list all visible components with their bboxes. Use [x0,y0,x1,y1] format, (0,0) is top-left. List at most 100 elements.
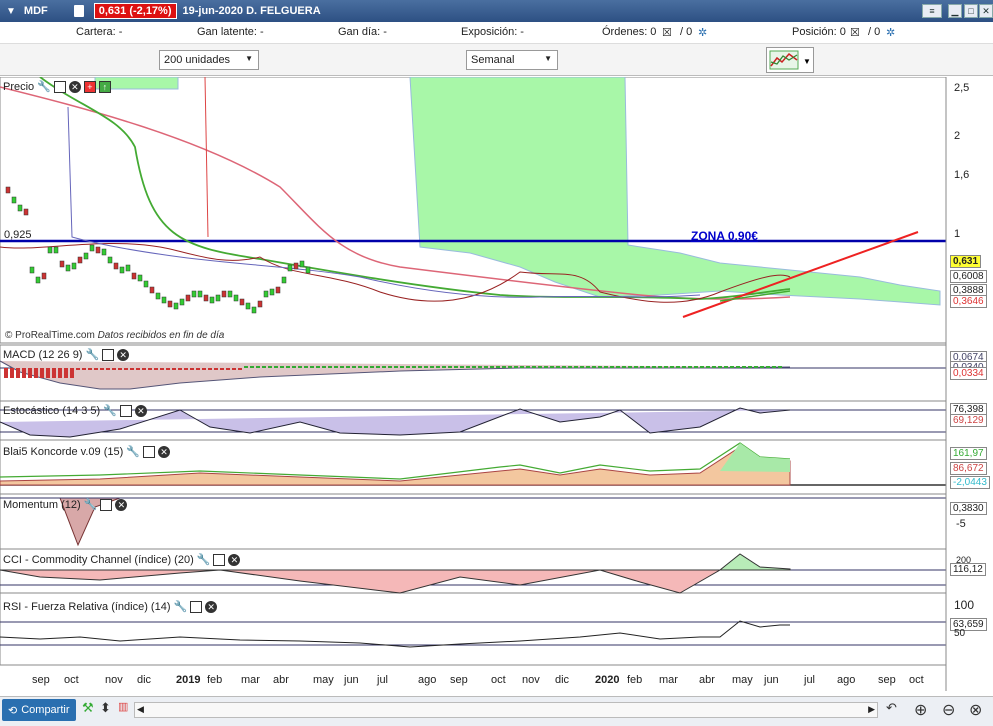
candle [191,290,197,298]
undo-icon[interactable]: ↶ [886,700,897,716]
macd-bar [394,366,398,368]
macd-bar [220,368,224,370]
wrench-icon[interactable]: 🔧 [103,404,117,417]
timeline-scrollbar[interactable]: ◀ ▶ [134,702,878,718]
chevron-down-icon[interactable]: ▼ [6,6,16,17]
chart-icon[interactable]: ▥ [118,700,128,713]
candle [203,294,209,302]
candle [101,248,107,256]
momentum-axis-tick: -5 [956,518,966,530]
maximize-icon[interactable]: □ [964,4,978,18]
macd-bar [352,366,356,368]
macd-bar [520,366,524,368]
share-label: Compartir [21,704,70,716]
candle [209,296,215,304]
candle [23,208,29,216]
candle [173,302,179,310]
data-note: Datos recibidos en fin de día [97,330,225,341]
chart-canvas[interactable] [0,77,993,691]
wrench-icon[interactable]: 🔧 [197,553,211,566]
window-icon[interactable] [53,80,66,93]
cci-tag: 116,12 [950,563,986,576]
macd-bar [694,366,698,368]
price-tag: 0,6008 [950,270,987,283]
gear-icon[interactable]: ✲ [886,26,895,39]
document-icon[interactable] [73,5,84,17]
rsi-panel-header: RSI - Fuerza Relativa (índice) (14) 🔧 ✕ [3,600,218,613]
zoom-out-icon[interactable]: ⊖ [942,700,955,720]
koncorde-tag: 86,672 [950,462,987,475]
window-icon[interactable] [119,404,132,417]
macd-bar [226,368,230,370]
expand-icon[interactable]: ⬍ [100,700,111,716]
macd-bar [490,366,494,368]
close-icon[interactable]: ✕ [115,498,128,511]
posicion-label-2: / 0 [868,26,881,38]
window-icon[interactable] [100,498,113,511]
macd-bar [724,366,728,368]
macd-bar [598,366,602,368]
close-icon[interactable]: ✕ [117,348,130,361]
close-icon[interactable]: ✕ [979,4,993,18]
chart-type-button[interactable]: ▼ [766,47,814,73]
candle [107,256,113,264]
macd-bar [472,366,476,368]
zoom-in-icon[interactable]: ⊕ [914,700,927,720]
wrench-icon[interactable]: 🔧 [174,600,188,613]
macd-bar [484,366,488,368]
chart-area[interactable]: Precio 🔧 ✕ + ↑ MACD (12 26 9) 🔧 ✕ Estocá… [0,77,993,691]
close-icon[interactable]: ✕ [228,553,241,566]
window-icon[interactable] [213,553,226,566]
candle [29,266,35,274]
tools-icon[interactable]: ⚒ [82,700,94,716]
close-icon[interactable]: ✕ [68,80,81,93]
units-select[interactable]: 200 unidades ▼ [159,50,259,70]
x-axis-label: jun [764,674,779,686]
gear-icon[interactable]: ✲ [698,26,707,39]
window-icon[interactable] [190,600,203,613]
close-icon[interactable]: ✕ [134,404,147,417]
macd-bar [52,368,56,378]
share-button[interactable]: ⟲ Compartir [2,699,76,721]
macd-bar [622,366,626,368]
x-axis-label: oct [64,674,79,686]
orders-box-icon[interactable]: ☒ [662,26,672,39]
zoom-fit-icon[interactable]: ⊗ [969,700,982,720]
add-icon[interactable]: + [83,80,96,93]
macd-bar [754,366,758,368]
candle [299,260,305,268]
window-icon[interactable] [142,445,155,458]
macd-bar [544,366,548,368]
candle [89,244,95,252]
macd-tag: 0,0334 [950,367,987,380]
wrench-icon[interactable]: 🔧 [85,348,99,361]
bottom-toolbar: ⟲ Compartir ⚒ ⬍ ▥ ◀ ▶ ↶ ⊕ ⊖ ⊗ [0,696,993,726]
scroll-left-icon[interactable]: ◀ [137,704,144,715]
arrow-up-icon[interactable]: ↑ [98,80,111,93]
window-icon[interactable] [102,348,115,361]
scroll-right-icon[interactable]: ▶ [868,704,875,715]
price-panel-header: Precio 🔧 ✕ + ↑ [3,80,111,93]
menu-icon[interactable]: ≡ [922,4,942,18]
macd-bar [34,368,38,378]
position-box-icon[interactable]: ☒ [850,26,860,39]
macd-bar [682,366,686,368]
macd-bar [148,368,152,370]
x-axis-label: dic [555,674,570,686]
minimize-icon[interactable]: ▁ [948,4,962,18]
wrench-icon[interactable]: 🔧 [126,445,140,458]
close-icon[interactable]: ✕ [205,600,218,613]
wrench-icon[interactable]: 🔧 [84,498,98,511]
candle [155,292,161,300]
macd-bar [208,368,212,370]
macd-bar [778,366,782,368]
macd-bar [154,368,158,370]
symbol-label[interactable]: MDF [24,5,48,17]
period-select[interactable]: Semanal ▼ [466,50,558,70]
macd-bar [22,368,26,378]
macd-bar [670,366,674,368]
close-icon[interactable]: ✕ [157,445,170,458]
macd-bar [256,366,260,368]
x-axis-label: sep [450,674,468,686]
wrench-icon[interactable]: 🔧 [37,80,51,93]
